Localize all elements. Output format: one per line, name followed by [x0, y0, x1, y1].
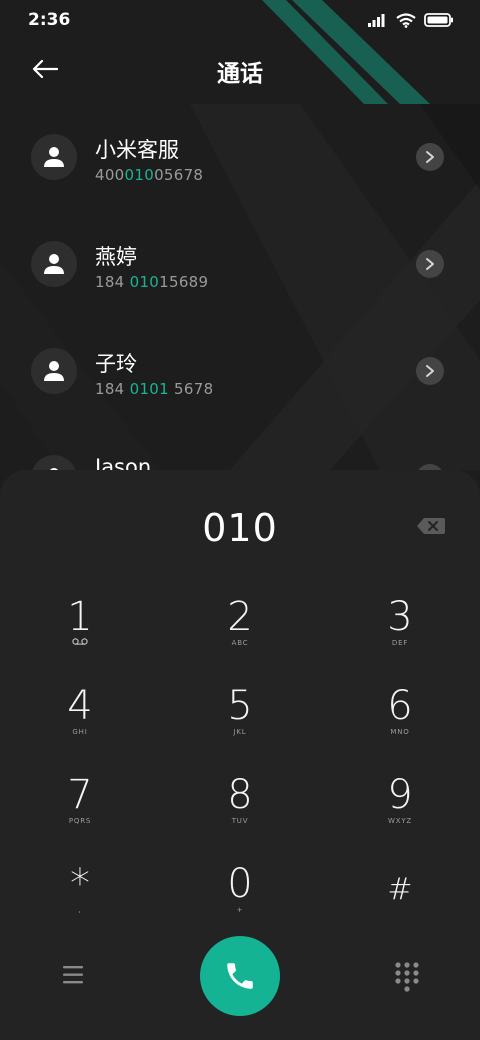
avatar — [31, 348, 77, 394]
key-letters: TUV — [231, 817, 249, 825]
key-digit: 4 — [67, 683, 93, 729]
backspace-icon[interactable] — [416, 516, 446, 536]
key-1[interactable]: 1 — [20, 596, 140, 676]
contact-name: 小米客服 — [95, 138, 179, 162]
key-digit: 7 — [67, 772, 93, 818]
key-letters: GHI — [72, 728, 88, 736]
dialed-number: 010 — [202, 506, 278, 550]
key-letters: JKL — [233, 728, 247, 736]
key-6[interactable]: 6 MNO — [340, 685, 460, 765]
details-button[interactable] — [416, 357, 444, 385]
signal-icon — [368, 14, 385, 27]
keypad-icon[interactable] — [394, 961, 420, 993]
contact-list: 小米客服 40001005678 燕婷 184 01015689 子玲 184 … — [0, 104, 480, 470]
contact-number: 184 0101 5678 — [95, 380, 214, 398]
key-digit: 8 — [227, 772, 253, 818]
key-letters: PQRS — [68, 817, 92, 825]
key-2[interactable]: 2 ABC — [180, 596, 300, 676]
key-3[interactable]: 3 DEF — [340, 596, 460, 676]
person-icon — [44, 254, 64, 274]
key-star[interactable]: * , — [20, 863, 140, 943]
contact-number: 40001005678 — [95, 166, 204, 184]
status-time: 2:36 — [28, 10, 71, 30]
key-8[interactable]: 8 TUV — [180, 774, 300, 854]
key-5[interactable]: 5 JKL — [180, 685, 300, 765]
voicemail-icon — [72, 638, 88, 645]
key-digit: * — [70, 861, 90, 907]
key-digit: 9 — [387, 772, 413, 818]
key-digit: # — [387, 872, 413, 907]
key-letters: WXYZ — [388, 817, 412, 825]
list-item[interactable]: 小米客服 40001005678 — [0, 104, 480, 210]
battery-icon — [424, 13, 453, 27]
avatar — [31, 241, 77, 287]
call-button[interactable] — [200, 936, 280, 1016]
key-digit: 1 — [67, 594, 93, 640]
key-letters: DEF — [391, 639, 409, 647]
contact-name: Jason — [95, 455, 152, 470]
menu-icon[interactable] — [58, 963, 88, 987]
header: 通话 — [0, 40, 480, 104]
key-letters: MNO — [390, 728, 410, 736]
status-bar: 2:36 — [0, 0, 480, 40]
chevron-right-icon — [426, 258, 434, 270]
chevron-right-icon — [426, 365, 434, 377]
wifi-icon — [396, 12, 416, 28]
key-7[interactable]: 7 PQRS — [20, 774, 140, 854]
key-letters: + — [236, 906, 244, 914]
page-title: 通话 — [217, 61, 263, 87]
key-digit: 0 — [227, 861, 253, 907]
person-icon — [44, 361, 64, 381]
key-9[interactable]: 9 WXYZ — [340, 774, 460, 854]
person-icon — [44, 147, 64, 167]
avatar — [31, 134, 77, 180]
key-hash[interactable]: # — [340, 863, 460, 943]
contact-number: 184 01015689 — [95, 273, 209, 291]
key-letters: , — [78, 906, 82, 914]
phone-icon — [227, 963, 253, 989]
avatar — [31, 455, 77, 470]
dialpad: 010 1 2 ABC 3 DEF 4 GHI 5 JKL 6 MNO 7 PQ… — [0, 470, 480, 1040]
contact-name: 子玲 — [95, 352, 137, 376]
list-item[interactable]: 子玲 184 0101 5678 — [0, 318, 480, 424]
details-button[interactable] — [416, 143, 444, 171]
list-item[interactable]: 燕婷 184 01015689 — [0, 211, 480, 317]
bottom-bar — [0, 933, 480, 1023]
list-item[interactable]: Jason — [0, 425, 480, 470]
status-icons — [368, 12, 454, 28]
details-button[interactable] — [416, 250, 444, 278]
key-0[interactable]: 0 + — [180, 863, 300, 943]
key-4[interactable]: 4 GHI — [20, 685, 140, 765]
chevron-right-icon — [426, 151, 434, 163]
key-digit: 2 — [227, 594, 253, 640]
contact-name: 燕婷 — [95, 245, 137, 269]
key-digit: 3 — [387, 594, 413, 640]
key-letters: ABC — [231, 639, 249, 647]
key-digit: 5 — [227, 683, 253, 729]
key-digit: 6 — [387, 683, 413, 729]
